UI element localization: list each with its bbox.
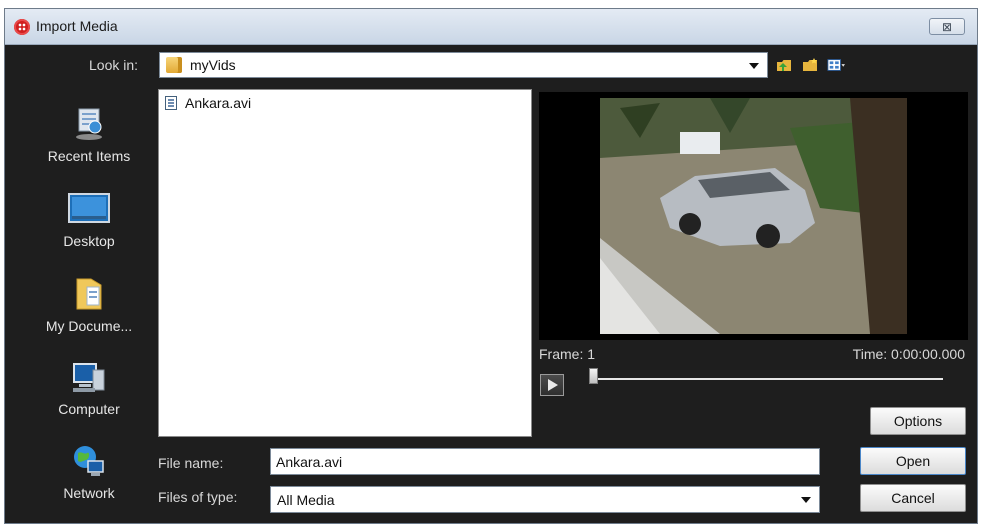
preview-pane	[539, 92, 968, 340]
title-bar[interactable]: Import Media ⊠	[5, 9, 977, 45]
look-in-combo[interactable]: myVids	[159, 52, 768, 78]
timeline-slider-thumb[interactable]	[589, 368, 598, 384]
options-button[interactable]: Options	[870, 407, 966, 435]
files-of-type-combo[interactable]: All Media	[270, 486, 820, 513]
import-media-dialog: Import Media ⊠ Look in: myVids Recent It…	[4, 8, 978, 524]
place-recent-items[interactable]: Recent Items	[19, 107, 159, 164]
look-in-label: Look in:	[89, 57, 139, 73]
chevron-down-icon[interactable]	[749, 63, 759, 69]
place-label: My Docume...	[45, 318, 133, 334]
folder-icon	[166, 57, 182, 73]
place-computer[interactable]: Computer	[19, 360, 159, 417]
files-of-type-value: All Media	[277, 492, 335, 508]
place-my-documents[interactable]: My Docume...	[19, 275, 159, 334]
place-label: Network	[63, 485, 115, 501]
file-name-label: File name:	[158, 455, 224, 471]
place-label: Computer	[58, 401, 120, 417]
file-name: Ankara.avi	[185, 95, 252, 111]
app-logo-icon	[14, 19, 30, 35]
timeline-slider[interactable]	[594, 378, 943, 380]
close-button[interactable]: ⊠	[929, 18, 965, 35]
frame-label: Frame: 1	[539, 346, 596, 362]
place-label: Desktop	[63, 233, 115, 249]
cancel-button[interactable]: Cancel	[860, 484, 966, 512]
open-button[interactable]: Open	[860, 447, 966, 475]
up-folder-icon[interactable]	[775, 56, 793, 74]
look-in-value: myVids	[190, 57, 236, 73]
place-label: Recent Items	[47, 148, 131, 164]
computer-icon	[73, 363, 105, 392]
file-name-field[interactable]	[270, 448, 820, 475]
view-menu-icon[interactable]	[827, 56, 845, 74]
chevron-down-icon[interactable]	[801, 497, 811, 503]
file-list[interactable]: Ankara.avi	[158, 89, 532, 437]
network-icon	[74, 446, 104, 476]
place-network[interactable]: Network	[19, 444, 159, 501]
recent-items-icon	[76, 108, 102, 140]
desktop-icon	[68, 193, 110, 223]
video-file-icon	[165, 96, 177, 110]
play-button[interactable]	[540, 374, 564, 396]
place-desktop[interactable]: Desktop	[19, 192, 159, 249]
new-folder-icon[interactable]	[802, 56, 820, 74]
time-label: Time: 0:00:00.000	[852, 346, 965, 362]
my-documents-icon	[76, 278, 102, 310]
video-preview-image	[600, 98, 907, 334]
window-title: Import Media	[36, 18, 118, 34]
files-of-type-label: Files of type:	[158, 489, 238, 505]
